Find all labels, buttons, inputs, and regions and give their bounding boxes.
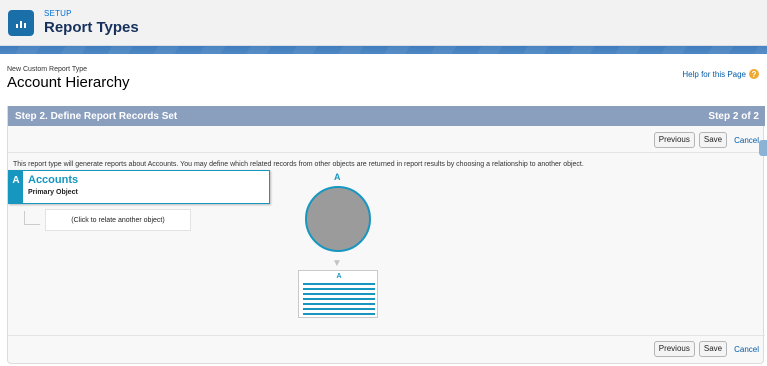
step-header-bar: Step 2. Define Report Records Set Step 2… (8, 106, 765, 126)
records-letter: A (336, 273, 342, 280)
help-link-label[interactable]: Help for this Page (682, 70, 746, 79)
previous-button-bottom[interactable]: Previous (653, 341, 695, 357)
top-button-row: Previous Save Cancel (653, 132, 759, 148)
page-title: Account Hierarchy (7, 74, 130, 91)
cancel-link-top[interactable]: Cancel (734, 136, 759, 145)
side-panel-tab[interactable] (759, 140, 767, 156)
primary-object-subtitle: Primary Object (28, 189, 78, 196)
primary-object-card[interactable]: A Accounts Primary Object (8, 170, 270, 204)
object-letter-badge: A (9, 171, 23, 203)
circle-letter: A (334, 172, 341, 182)
relation-connector (24, 211, 40, 225)
relate-object-button[interactable]: (Click to relate another object) (45, 209, 191, 231)
record-line (303, 298, 375, 300)
step-count: Step 2 of 2 (708, 110, 759, 122)
divider (8, 335, 765, 336)
record-line (303, 308, 375, 310)
record-line (303, 283, 375, 285)
help-link[interactable]: Help for this Page ? (682, 69, 759, 79)
records-diagram: A (298, 270, 378, 318)
record-line (303, 288, 375, 290)
object-circle (305, 186, 371, 252)
page-header-title: Report Types (44, 18, 139, 36)
setup-header: SETUP Report Types (0, 0, 767, 46)
bottom-button-row: Previous Save Cancel (653, 341, 759, 357)
primary-object-name: Accounts (28, 174, 79, 186)
step-block: Step 2. Define Report Records Set Step 2… (7, 106, 765, 364)
record-line (303, 313, 375, 315)
report-chart-icon (8, 9, 34, 36)
step-title: Step 2. Define Report Records Set (15, 110, 178, 122)
record-line (303, 293, 375, 295)
breadcrumb: New Custom Report Type (7, 66, 88, 73)
save-button-bottom[interactable]: Save (698, 341, 728, 357)
save-button-top[interactable]: Save (698, 132, 728, 148)
step-description: This report type will generate reports a… (13, 161, 584, 168)
setup-label[interactable]: SETUP (44, 9, 139, 19)
record-line (303, 303, 375, 305)
question-icon[interactable]: ? (749, 69, 759, 79)
arrow-down-icon: ▼ (332, 258, 342, 269)
previous-button-top[interactable]: Previous (653, 132, 695, 148)
cancel-link-bottom[interactable]: Cancel (734, 345, 759, 354)
divider (8, 152, 765, 153)
